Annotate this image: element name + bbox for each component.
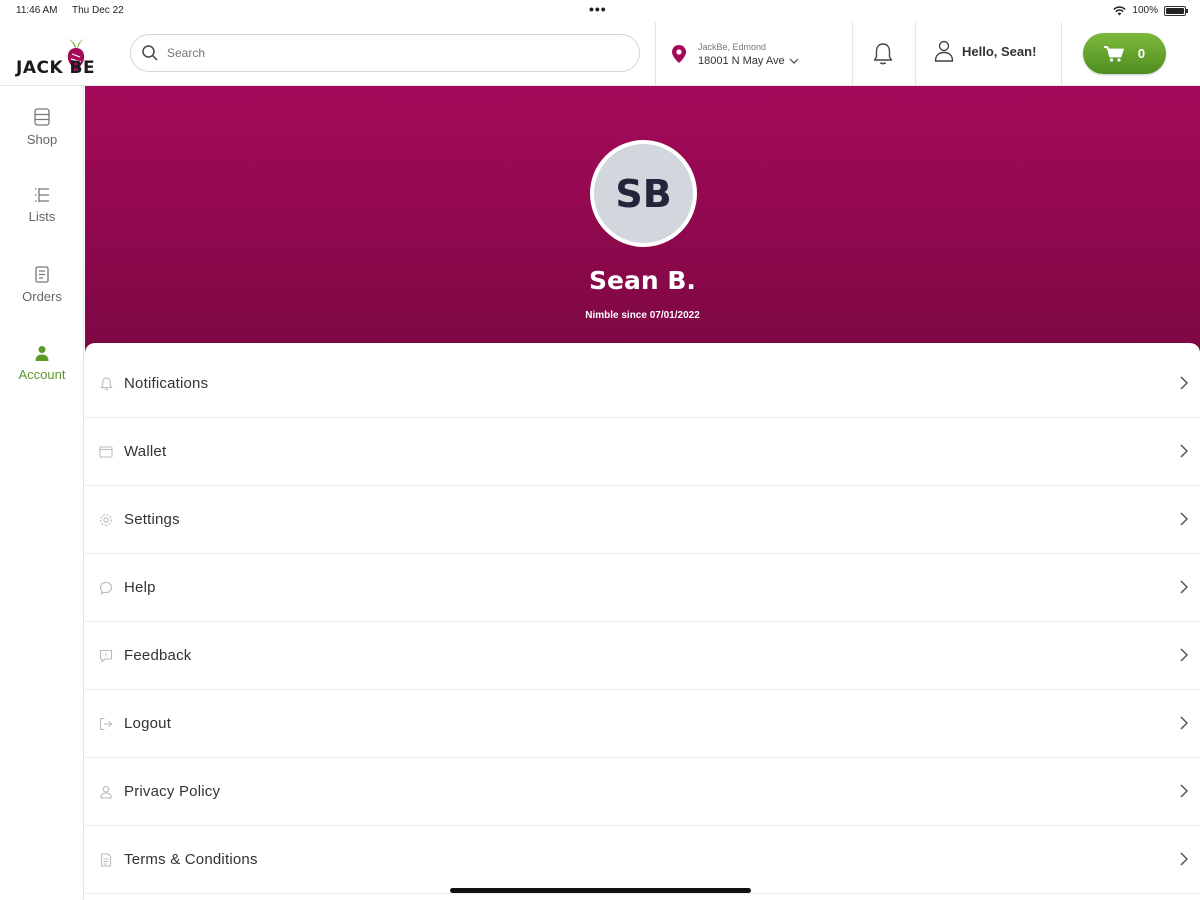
shop-icon — [34, 108, 50, 126]
store-address: 18001 N May Ave — [698, 54, 785, 67]
chevron-right-icon — [1180, 444, 1188, 458]
store-location-selector[interactable]: JackBe, Edmond 18001 N May Ave — [672, 37, 799, 71]
sidebar-item-orders[interactable]: Orders — [0, 266, 84, 326]
header-divider — [1061, 22, 1062, 86]
chevron-right-icon — [1180, 716, 1188, 730]
menu-item-feedback[interactable]: Feedback — [85, 622, 1200, 690]
sidebar-item-account[interactable]: Account — [0, 345, 84, 405]
chevron-right-icon — [1180, 784, 1188, 798]
account-menu: Notifications Wallet Settings Help Feedb… — [85, 343, 1200, 900]
status-time: 11:46 AM — [16, 5, 58, 16]
chevron-down-icon — [789, 58, 799, 64]
cart-count: 0 — [1137, 46, 1146, 61]
home-indicator[interactable] — [450, 888, 751, 893]
profile-name: Sean B. — [589, 266, 696, 295]
search-bar[interactable] — [130, 34, 640, 72]
chevron-right-icon — [1180, 852, 1188, 866]
cart-icon — [1103, 45, 1124, 62]
profile-banner: SB Sean B. Nimble since 07/01/2022 — [85, 86, 1200, 354]
menu-item-terms-conditions[interactable]: Terms & Conditions — [85, 826, 1200, 894]
sidebar-item-label: Lists — [28, 209, 56, 224]
battery-percent: 100% — [1132, 5, 1158, 16]
menu-item-settings[interactable]: Settings — [85, 486, 1200, 554]
member-since: Nimble since 07/01/2022 — [585, 310, 700, 321]
account-greeting[interactable]: Hello, Sean! — [934, 40, 1036, 62]
status-bar: 11:46 AM Thu Dec 22 ••• 100% — [0, 0, 1200, 22]
chevron-right-icon — [1180, 376, 1188, 390]
menu-item-label: Wallet — [124, 443, 167, 460]
search-input[interactable] — [167, 46, 607, 60]
logout-icon — [99, 717, 113, 730]
status-right: 100% — [1113, 5, 1188, 16]
menu-item-logout[interactable]: Logout — [85, 690, 1200, 758]
top-header: JACK BE JackBe, Edmond 18001 N May Ave H… — [0, 22, 1200, 86]
menu-item-label: Feedback — [124, 647, 192, 664]
wifi-icon — [1113, 5, 1127, 15]
header-divider — [655, 22, 656, 86]
feedback-icon — [99, 649, 113, 662]
logo-wordmark: JACK BE — [16, 58, 96, 78]
menu-item-label: Notifications — [124, 375, 209, 392]
menu-item-label: Terms & Conditions — [124, 851, 258, 868]
notifications-button[interactable] — [872, 42, 894, 71]
menu-item-wallet[interactable]: Wallet — [85, 418, 1200, 486]
jackbe-logo[interactable]: JACK BE — [14, 28, 116, 80]
chevron-right-icon — [1180, 580, 1188, 594]
menu-item-notifications[interactable]: Notifications — [85, 350, 1200, 418]
wallet-icon — [99, 445, 113, 458]
bell-icon — [99, 376, 113, 390]
user-icon — [934, 40, 954, 62]
gear-icon — [100, 513, 112, 526]
sidebar-item-label: Shop — [26, 132, 58, 147]
battery-icon — [1164, 5, 1188, 16]
sidebar-nav: Shop Lists Orders Account — [0, 86, 84, 900]
header-divider — [852, 22, 853, 86]
sidebar-item-lists[interactable]: Lists — [0, 187, 84, 247]
store-name: JackBe, Edmond — [698, 41, 767, 52]
multitasking-dots[interactable]: ••• — [589, 1, 607, 17]
greeting-text: Hello, Sean! — [962, 43, 1037, 59]
header-divider — [915, 22, 916, 86]
privacy-icon — [100, 785, 112, 799]
chevron-right-icon — [1180, 648, 1188, 662]
help-chat-icon — [99, 581, 113, 595]
avatar[interactable]: SB — [590, 140, 697, 247]
menu-item-label: Settings — [124, 511, 180, 528]
menu-item-help[interactable]: Help — [85, 554, 1200, 622]
cart-button[interactable]: 0 — [1083, 33, 1166, 74]
search-icon — [142, 45, 158, 61]
list-icon — [35, 188, 49, 202]
account-icon — [35, 346, 49, 361]
sidebar-item-label: Orders — [22, 289, 62, 304]
document-icon — [100, 852, 112, 867]
sidebar-item-label: Account — [18, 367, 66, 382]
orders-icon — [35, 266, 49, 283]
status-date: Thu Dec 22 — [72, 5, 124, 16]
location-pin-icon — [672, 45, 686, 63]
chevron-right-icon — [1180, 512, 1188, 526]
menu-item-label: Logout — [124, 715, 172, 732]
sidebar-item-shop[interactable]: Shop — [0, 108, 84, 168]
bell-icon — [873, 43, 893, 65]
menu-item-label: Help — [124, 579, 156, 596]
menu-item-label: Privacy Policy — [124, 783, 221, 800]
menu-item-privacy-policy[interactable]: Privacy Policy — [85, 758, 1200, 826]
